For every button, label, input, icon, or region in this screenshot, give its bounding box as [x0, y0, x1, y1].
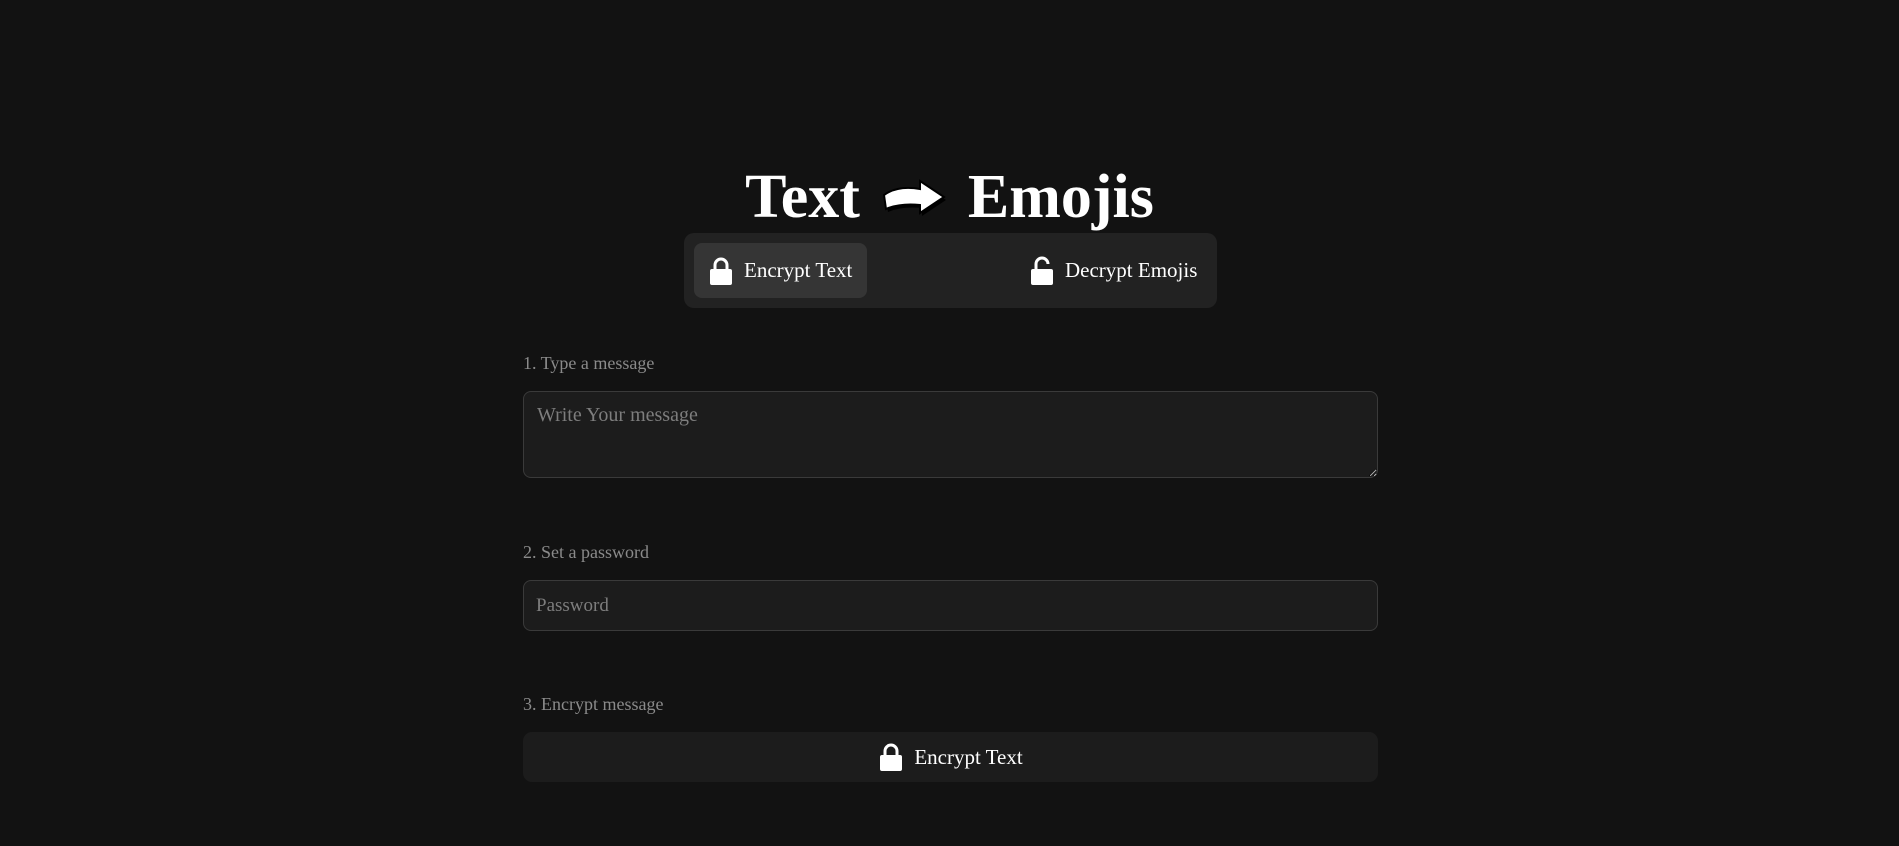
- right-arrow-icon: [880, 169, 948, 225]
- lock-icon: [708, 256, 734, 286]
- tab-encrypt-text[interactable]: Encrypt Text: [694, 243, 867, 298]
- mode-switch: Encrypt Text Decrypt Emojis: [684, 233, 1217, 308]
- title-text: Emojis: [967, 162, 1154, 231]
- step2-label: 2. Set a password: [523, 542, 649, 562]
- unlock-icon: [1029, 256, 1055, 286]
- step3-label: 3. Encrypt message: [523, 694, 664, 714]
- password-input[interactable]: [523, 580, 1378, 631]
- page-title: Text Emojis: [0, 157, 1899, 237]
- tab-decrypt-emojis[interactable]: Decrypt Emojis: [1007, 243, 1207, 298]
- encrypt-button[interactable]: Encrypt Text: [523, 732, 1378, 782]
- step1-label: 1. Type a message: [523, 353, 655, 373]
- tab-encrypt-label: Encrypt Text: [744, 258, 853, 282]
- lock-icon: [878, 742, 904, 772]
- title-text: Text: [745, 162, 860, 231]
- message-input[interactable]: [523, 391, 1378, 478]
- tab-decrypt-label: Decrypt Emojis: [1065, 258, 1198, 282]
- app-page: Text Emojis Encrypt Text Decrypt Emojis …: [0, 0, 1899, 846]
- encrypt-button-label: Encrypt Text: [914, 744, 1023, 769]
